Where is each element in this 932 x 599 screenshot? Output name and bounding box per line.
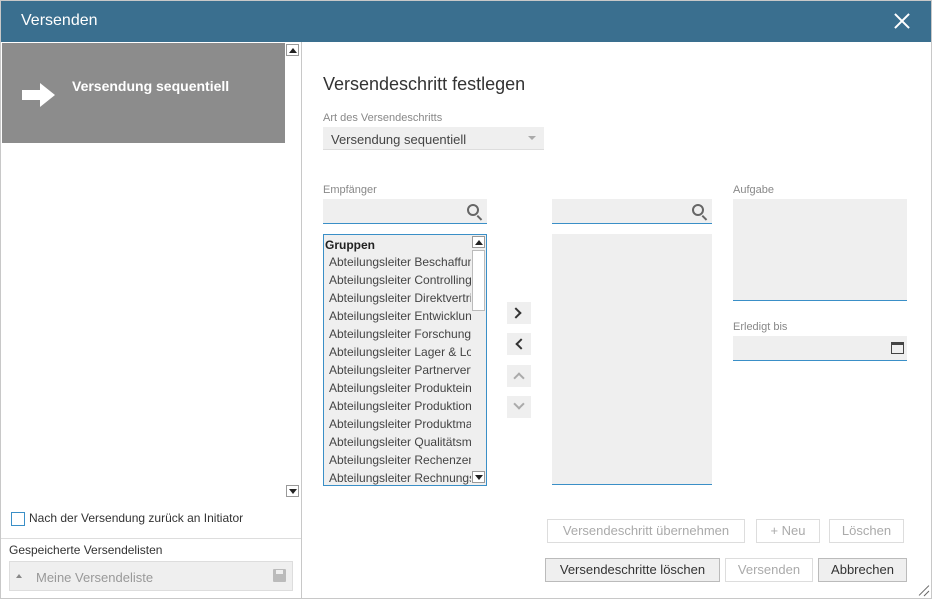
return-to-initiator-label: Nach der Versendung zurück an Initiator xyxy=(29,511,244,525)
main-panel: Versendeschritt festlegen Art des Versen… xyxy=(303,42,931,599)
search-icon xyxy=(467,204,479,216)
selected-search-input[interactable] xyxy=(552,199,712,223)
delete-steps-button[interactable]: Versendeschritte löschen xyxy=(545,558,720,582)
send-button[interactable]: Versenden xyxy=(725,558,813,582)
divider xyxy=(1,538,301,539)
saved-lists-select[interactable]: Meine Versendeliste xyxy=(9,561,293,591)
saved-lists-value: Meine Versendeliste xyxy=(36,570,154,585)
list-item[interactable]: Abteilungsleiter Qualitätsmanagement xyxy=(329,435,472,449)
list-item[interactable]: Abteilungsleiter Produktion xyxy=(329,399,472,413)
close-icon[interactable] xyxy=(891,10,913,32)
list-item[interactable]: Abteilungsleiter Rechenzentrum xyxy=(329,453,472,467)
save-icon[interactable] xyxy=(273,569,286,582)
task-label: Aufgabe xyxy=(733,184,774,196)
return-to-initiator-row[interactable]: Nach der Versendung zurück an Initiator xyxy=(11,511,243,526)
list-item[interactable]: Abteilungsleiter Forschung xyxy=(329,327,472,341)
step-type-value: Versendung sequentiell xyxy=(331,132,467,147)
sidebar: Versendung sequentiell Nach der Versendu… xyxy=(1,42,302,599)
list-item[interactable]: Abteilungsleiter Beschaffung xyxy=(329,255,472,269)
scroll-up-button[interactable] xyxy=(472,236,485,248)
saved-lists-title: Gespeicherte Versendelisten xyxy=(9,543,163,557)
step-item-sequential[interactable]: Versendung sequentiell xyxy=(2,43,285,143)
list-item[interactable]: Abteilungsleiter Lager & Logistik xyxy=(329,345,472,359)
selected-search[interactable] xyxy=(552,199,712,224)
resize-handle[interactable] xyxy=(918,585,929,596)
chevron-left-icon xyxy=(515,338,527,350)
delete-step-button[interactable]: Löschen xyxy=(829,519,904,543)
arrow-right-icon xyxy=(22,83,55,107)
group-header: Gruppen xyxy=(325,238,375,252)
recipients-search[interactable] xyxy=(323,199,487,224)
step-type-label: Art des Versendeschritts xyxy=(323,112,443,124)
list-item[interactable]: Abteilungsleiter Entwicklung xyxy=(329,309,472,323)
scroll-up-button[interactable] xyxy=(286,44,299,56)
due-date-field[interactable] xyxy=(733,336,907,361)
return-to-initiator-checkbox[interactable] xyxy=(11,511,25,526)
add-recipient-button[interactable] xyxy=(507,302,531,324)
sidebar-scrollbar[interactable] xyxy=(286,42,301,500)
selected-recipients-list[interactable] xyxy=(552,234,712,485)
apply-step-button[interactable]: Versendeschritt übernehmen xyxy=(547,519,745,543)
task-textarea[interactable] xyxy=(733,199,907,301)
new-step-button[interactable]: + Neu xyxy=(756,519,820,543)
scroll-down-button[interactable] xyxy=(286,485,299,497)
step-item-label: Versendung sequentiell xyxy=(72,78,230,94)
dialog-title: Versenden xyxy=(21,12,98,29)
move-up-button[interactable] xyxy=(507,365,531,387)
list-item[interactable]: Abteilungsleiter Direktvertrieb xyxy=(329,291,472,305)
recipients-label: Empfänger xyxy=(323,184,377,196)
list-item[interactable]: Abteilungsleiter Partnervertrieb xyxy=(329,363,472,377)
step-type-select[interactable]: Versendung sequentiell xyxy=(323,127,544,150)
list-item[interactable]: Abteilungsleiter Controlling xyxy=(329,273,472,287)
scroll-down-button[interactable] xyxy=(472,471,485,483)
due-date-label: Erledigt bis xyxy=(733,321,788,333)
list-item[interactable]: Abteilungsleiter Produktmanagement xyxy=(329,417,472,431)
chevron-right-icon xyxy=(510,307,522,319)
list-item[interactable]: Abteilungsleiter Rechnungswesen xyxy=(329,471,472,485)
scroll-thumb[interactable] xyxy=(472,250,485,311)
remove-recipient-button[interactable] xyxy=(507,333,531,355)
page-title: Versendeschritt festlegen xyxy=(323,74,526,94)
chevron-down-icon xyxy=(513,398,525,410)
search-icon xyxy=(692,204,704,216)
chevron-up-icon xyxy=(513,372,525,384)
chevron-down-icon xyxy=(528,136,536,140)
cancel-button[interactable]: Abbrechen xyxy=(818,558,907,582)
move-down-button[interactable] xyxy=(507,396,531,418)
recipients-list[interactable]: Gruppen Abteilungsleiter Beschaffung Abt… xyxy=(323,234,487,486)
title-bar: Versenden xyxy=(1,1,931,42)
recipients-scrollbar[interactable] xyxy=(471,235,486,485)
recipients-search-input[interactable] xyxy=(323,199,487,223)
list-item[interactable]: Abteilungsleiter Produkteinführung xyxy=(329,381,472,395)
caret-up-icon xyxy=(16,574,22,578)
send-dialog: Versenden Versendung sequentiell Nach de… xyxy=(0,0,932,599)
calendar-icon[interactable] xyxy=(891,342,904,354)
